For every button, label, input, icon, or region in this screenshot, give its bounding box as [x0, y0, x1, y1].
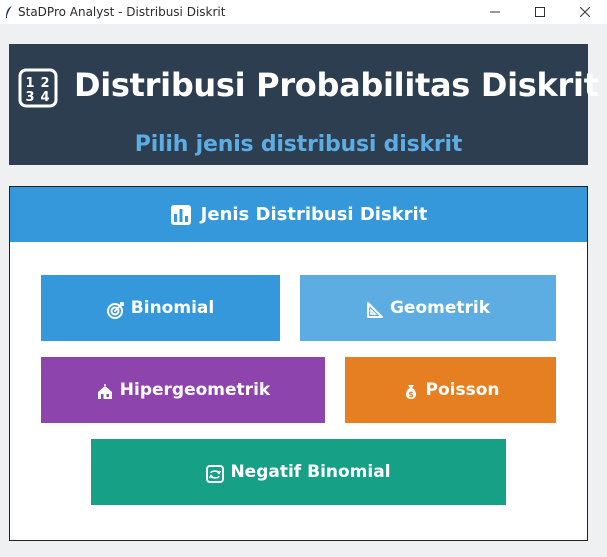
houses-icon	[97, 384, 112, 399]
feather-icon	[6, 5, 13, 18]
svg-text:1: 1	[25, 76, 34, 91]
page-subtitle: Pilih jenis distribusi diskrit	[134, 132, 463, 157]
close-icon	[580, 7, 590, 17]
binomial-label: Binomial	[130, 298, 215, 318]
minimize-button[interactable]	[472, 0, 518, 24]
maximize-icon	[535, 7, 545, 17]
target-icon	[106, 302, 124, 319]
hipergeometrik-label: Hipergeometrik	[119, 380, 271, 400]
hipergeometrik-button[interactable]: Hipergeometrik	[41, 357, 325, 423]
svg-text:2: 2	[40, 76, 49, 91]
panel-title: Jenis Distribusi Diskrit	[200, 204, 428, 225]
geometrik-button[interactable]: Geometrik	[300, 275, 556, 341]
maximize-button[interactable]	[517, 0, 563, 24]
repeat-icon	[206, 465, 225, 483]
svg-text:4: 4	[40, 90, 49, 105]
triangle-ruler-icon	[366, 302, 383, 318]
negatif-binomial-button[interactable]: Negatif Binomial	[91, 439, 506, 505]
negatif-binomial-label: Negatif Binomial	[230, 462, 391, 482]
svg-text:3: 3	[25, 90, 34, 105]
distribution-panel: Jenis Distribusi Diskrit Binomial Geomet…	[9, 186, 588, 541]
numbers-1234-icon: 1 2 3 4	[18, 68, 58, 108]
geometrik-label: Geometrik	[389, 298, 491, 318]
poisson-button[interactable]: $ Poisson	[345, 357, 556, 423]
header-banner: 1 2 3 4 Distribusi Probabilitas Diskrit …	[9, 44, 599, 165]
minimize-icon	[490, 11, 500, 13]
window-titlebar: StaDPro Analyst - Distribusi Diskrit	[0, 0, 607, 24]
svg-text:$: $	[408, 390, 414, 399]
page-title: Distribusi Probabilitas Diskrit	[74, 66, 599, 104]
window-title: StaDPro Analyst - Distribusi Diskrit	[18, 5, 226, 19]
money-bag-icon: $	[405, 385, 416, 399]
close-button[interactable]	[562, 0, 607, 24]
binomial-button[interactable]: Binomial	[41, 275, 280, 341]
poisson-label: Poisson	[425, 380, 500, 400]
panel-header: Jenis Distribusi Diskrit	[10, 187, 587, 242]
bar-chart-icon	[170, 204, 191, 225]
